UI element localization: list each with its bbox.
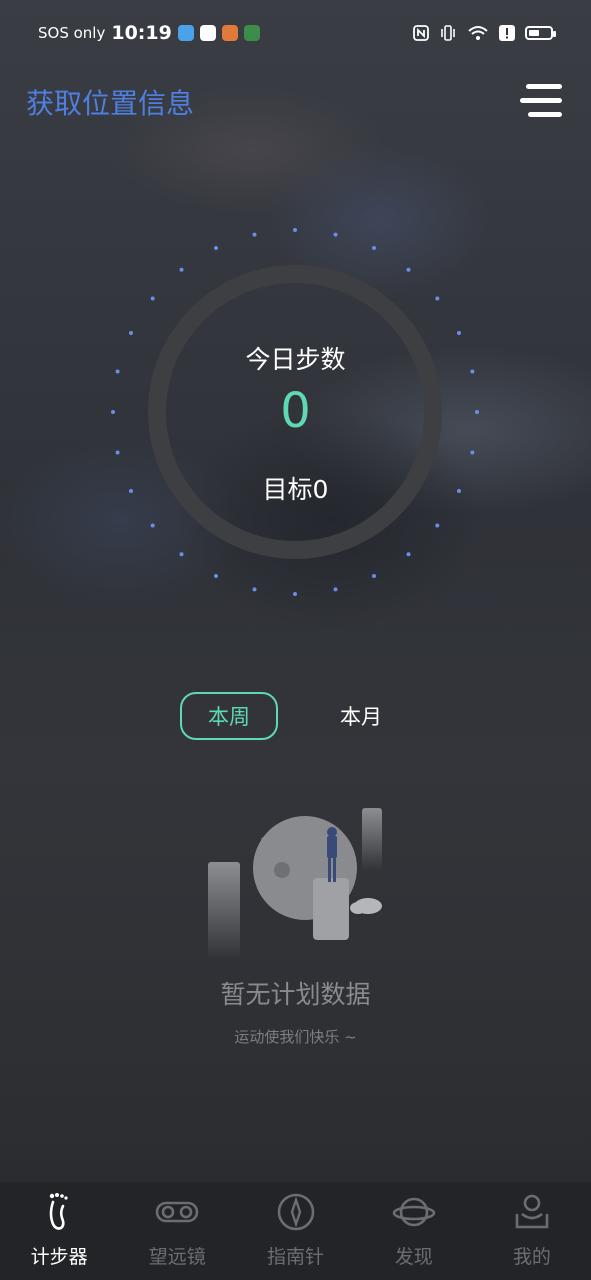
progress-dot	[372, 574, 376, 578]
progress-dot	[457, 331, 461, 335]
progress-dot	[150, 296, 155, 301]
nav-binoculars-label: 望远镜	[148, 1246, 206, 1268]
nav-compass[interactable]: 指南针	[236, 1182, 354, 1280]
progress-dot	[333, 232, 338, 237]
planet-icon	[392, 1192, 436, 1232]
nav-binoculars[interactable]: 望远镜	[118, 1182, 236, 1280]
nav-discover[interactable]: 发现	[355, 1182, 473, 1280]
progress-dot	[406, 267, 411, 272]
empty-state-title: 暂无计划数据	[220, 980, 371, 1009]
progress-dot	[293, 228, 297, 232]
progress-dot	[214, 246, 218, 250]
profile-icon	[510, 1192, 554, 1232]
progress-dot	[372, 246, 376, 250]
empty-illustration	[208, 808, 382, 960]
nav-pedometer-label: 计步器	[30, 1246, 88, 1268]
nav-pedometer[interactable]: 计步器	[0, 1182, 118, 1280]
progress-dot	[435, 523, 440, 528]
tab-month[interactable]: 本月	[312, 692, 410, 740]
progress-dot	[333, 587, 338, 592]
bottom-nav: 计步器 望远镜 指南针 发现 我的	[0, 1182, 591, 1280]
footprint-icon	[37, 1192, 81, 1232]
nav-discover-label: 发现	[394, 1246, 433, 1268]
progress-dot	[214, 574, 218, 578]
progress-dot	[470, 450, 475, 455]
progress-dot	[115, 450, 120, 455]
progress-dot	[406, 552, 411, 557]
progress-dot	[179, 552, 184, 557]
compass-icon	[274, 1192, 318, 1232]
progress-dot	[150, 523, 155, 528]
progress-dot	[179, 267, 184, 272]
progress-dot	[293, 592, 297, 596]
tab-week[interactable]: 本周	[180, 692, 278, 740]
goal-label[interactable]: 目标0	[0, 470, 591, 506]
binoculars-icon	[155, 1192, 199, 1232]
steps-label: 今日步数	[245, 345, 346, 374]
progress-dot	[252, 587, 257, 592]
step-progress-ring	[111, 228, 479, 596]
progress-dot	[252, 232, 257, 237]
nav-profile[interactable]: 我的	[473, 1182, 591, 1280]
period-tabs: 本周 本月	[0, 692, 591, 742]
progress-dot	[435, 296, 440, 301]
empty-state-subtitle: 运动使我们快乐 ~	[234, 1028, 357, 1046]
steps-value: 0	[280, 383, 311, 439]
nav-profile-label: 我的	[512, 1246, 551, 1268]
nav-compass-label: 指南针	[267, 1246, 325, 1268]
progress-dot	[129, 331, 133, 335]
